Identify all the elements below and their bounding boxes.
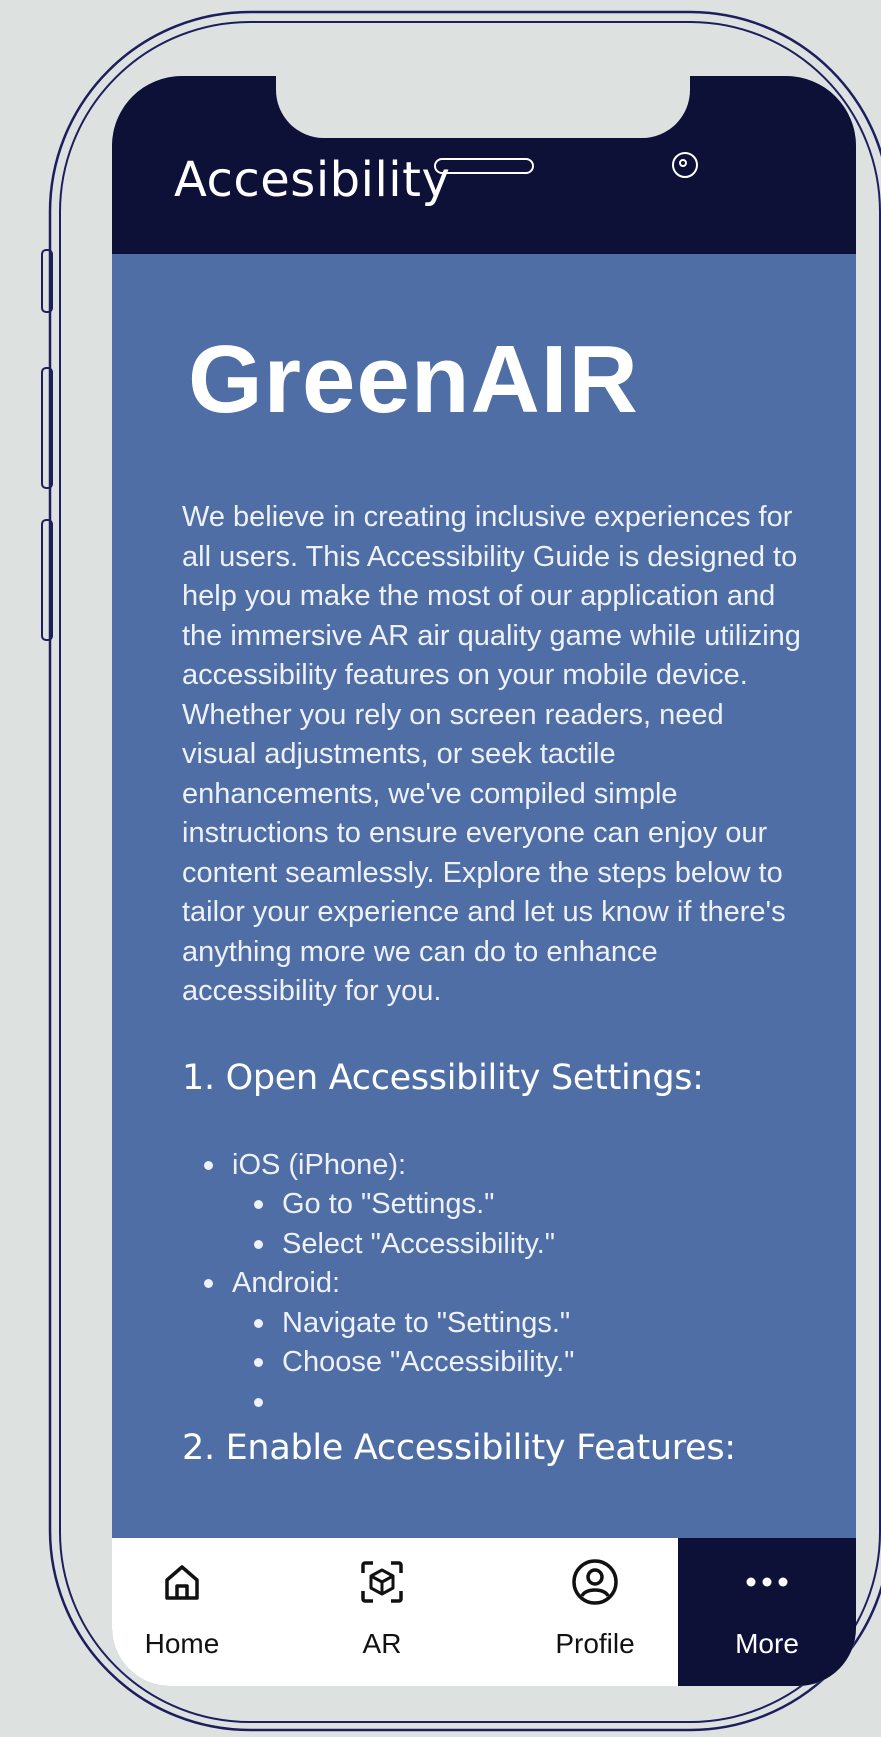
list-item-android-step: Navigate to "Settings." [182, 1304, 822, 1344]
tab-more[interactable]: More [678, 1538, 856, 1686]
ar-cube-icon [356, 1556, 408, 1608]
list-item-label: Android: [232, 1267, 341, 1299]
phone-screen: Accesibility GreenAIR We believe in crea… [112, 76, 856, 1686]
intro-paragraph: We believe in creating inclusive experie… [182, 501, 801, 1007]
bottom-tab-bar: Home AR Profile More [112, 1538, 856, 1686]
speaker-grille [434, 158, 534, 174]
list-item-android-step: Choose "Accessibility." [182, 1343, 822, 1383]
bullet [254, 1200, 263, 1209]
brand-title: GreenAIR [188, 326, 639, 433]
tab-ar[interactable]: AR [252, 1538, 512, 1686]
tab-label: More [735, 1628, 799, 1659]
tab-home[interactable]: Home [112, 1538, 252, 1686]
more-dots-icon [741, 1556, 793, 1608]
list-item-ios: iOS (iPhone): [182, 1146, 822, 1186]
accessibility-guide-content: GreenAIR We believe in creating inclusiv… [182, 254, 822, 1469]
profile-icon [569, 1556, 621, 1608]
list-item-label: Navigate to "Settings." [282, 1306, 571, 1339]
section-heading-enable-features: 2. Enable Accessibility Features: [182, 1428, 736, 1468]
bullet [254, 1358, 263, 1367]
tab-profile[interactable]: Profile [512, 1538, 678, 1686]
page-title: Accesibility [174, 152, 451, 208]
tab-label: Home [144, 1628, 220, 1659]
list-item-label: iOS (iPhone): [232, 1148, 407, 1181]
list-item-empty [182, 1383, 822, 1423]
list-item-ios-step: Go to "Settings." [182, 1185, 822, 1225]
settings-steps-list: iOS (iPhone): Go to "Settings." Select "… [182, 1146, 822, 1423]
bullet [254, 1318, 263, 1328]
list-item-ios-step: Select "Accessibility." [182, 1225, 822, 1265]
list-item-label: Choose "Accessibility." [282, 1346, 575, 1378]
list-item-android: Android: [182, 1264, 822, 1304]
bullet [204, 1279, 213, 1288]
list-item-label: Select "Accessibility." [282, 1227, 556, 1260]
section-heading-open-settings: 1. Open Accessibility Settings: [182, 1057, 704, 1098]
front-camera [672, 152, 698, 178]
home-icon [156, 1556, 208, 1608]
list-item-label: Go to "Settings." [282, 1188, 495, 1220]
tab-label: AR [362, 1628, 402, 1659]
phone-notch [276, 76, 690, 138]
tab-label: Profile [555, 1628, 635, 1659]
bullet [204, 1160, 213, 1170]
bullet [254, 1397, 263, 1407]
bullet [254, 1239, 263, 1249]
